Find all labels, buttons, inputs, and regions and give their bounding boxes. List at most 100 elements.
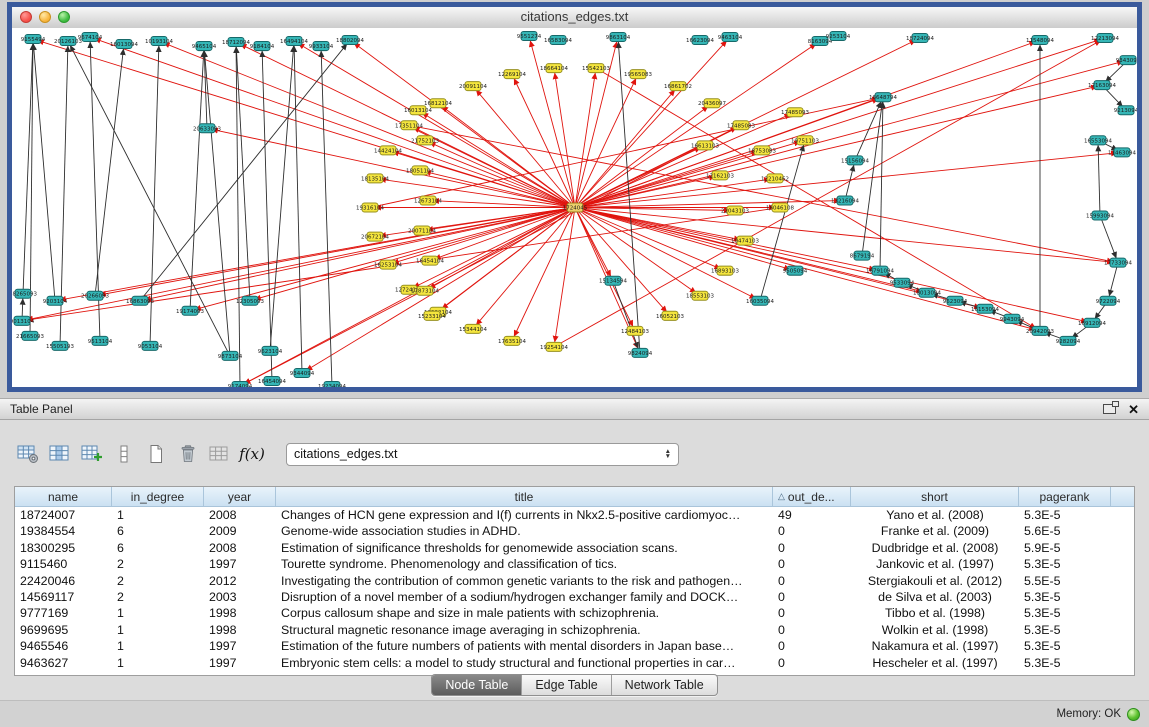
new-column-button[interactable] bbox=[78, 441, 106, 467]
table-row[interactable]: 1830029562008Estimation of significance … bbox=[15, 540, 1134, 556]
graph-node[interactable]: 18135104 bbox=[361, 174, 389, 183]
graph-node[interactable]: 12269104 bbox=[498, 70, 526, 79]
graph-node[interactable]: 16046108 bbox=[766, 203, 794, 212]
graph-node[interactable]: 16052103 bbox=[656, 311, 684, 320]
import-table-button[interactable] bbox=[206, 441, 234, 467]
graph-edge[interactable] bbox=[575, 97, 883, 207]
graph-node[interactable]: 12210462 bbox=[761, 174, 789, 183]
graph-edge[interactable] bbox=[294, 41, 575, 207]
graph-node[interactable]: 9184104 bbox=[250, 42, 275, 51]
graph-node[interactable]: 19254104 bbox=[540, 342, 568, 351]
graph-node[interactable]: 16648794 bbox=[869, 93, 897, 102]
graph-node[interactable]: 17635104 bbox=[498, 336, 526, 345]
graph-edge[interactable] bbox=[575, 208, 880, 271]
graph-node[interactable]: 18712094 bbox=[222, 38, 250, 47]
graph-node[interactable]: 9873104 bbox=[218, 351, 243, 360]
table-row[interactable]: 1872400712008Changes of HCN gene express… bbox=[15, 507, 1134, 523]
graph-node[interactable]: 9824094 bbox=[628, 348, 653, 357]
graph-node[interactable]: 9513104 bbox=[88, 336, 113, 345]
graph-node[interactable]: 19565083 bbox=[624, 70, 652, 79]
graph-edge[interactable] bbox=[596, 68, 1040, 331]
graph-node[interactable]: 9933104 bbox=[309, 42, 334, 51]
tab-edge-table[interactable]: Edge Table bbox=[522, 675, 611, 695]
graph-edge[interactable] bbox=[420, 170, 575, 207]
graph-node[interactable]: 15542103 bbox=[582, 64, 610, 73]
graph-node[interactable]: 16912094 bbox=[1078, 318, 1106, 327]
network-window[interactable]: citations_edges.txt 17240451604610812210… bbox=[7, 2, 1142, 392]
graph-node[interactable]: 16494104 bbox=[280, 37, 308, 46]
graph-node[interactable]: 15134594 bbox=[599, 276, 627, 285]
graph-edge[interactable] bbox=[294, 41, 302, 373]
graph-edge[interactable] bbox=[1108, 263, 1118, 301]
graph-edge[interactable] bbox=[236, 42, 240, 386]
graph-node[interactable]: 9155494 bbox=[21, 35, 46, 44]
graph-edge[interactable] bbox=[140, 208, 575, 301]
graph-node[interactable]: 17485083 bbox=[727, 121, 755, 130]
graph-node[interactable]: 9505094 bbox=[783, 266, 808, 275]
graph-edge[interactable] bbox=[575, 112, 795, 207]
graph-node[interactable]: 9623094 bbox=[943, 296, 968, 305]
graph-node[interactable]: 18802094 bbox=[336, 36, 364, 45]
graph-edge[interactable] bbox=[575, 208, 795, 271]
graph-node[interactable]: 15156094 bbox=[841, 156, 869, 165]
graph-edge[interactable] bbox=[95, 44, 124, 296]
table-row[interactable]: 946362711997Embryonic stem cells: a mode… bbox=[15, 655, 1134, 671]
graph-node[interactable]: 18724094 bbox=[906, 34, 934, 43]
graph-node[interactable]: 16013094 bbox=[110, 40, 138, 49]
zoom-window-button[interactable] bbox=[58, 11, 70, 23]
graph-node[interactable]: 9463104 bbox=[718, 33, 743, 42]
graph-node[interactable]: 20942093 bbox=[1026, 326, 1054, 335]
graph-node[interactable]: 9533094 bbox=[890, 278, 915, 287]
function-builder-button[interactable]: f(x) bbox=[238, 441, 266, 467]
graph-node[interactable]: 18013094 bbox=[913, 288, 941, 297]
graph-node[interactable]: 17485093 bbox=[781, 108, 809, 117]
graph-node[interactable]: 12162103 bbox=[706, 171, 734, 180]
column-header-name[interactable]: name bbox=[15, 487, 112, 506]
tab-node-table[interactable]: Node Table bbox=[432, 675, 522, 695]
graph-node[interactable]: 9213094 bbox=[1114, 106, 1137, 115]
graph-node[interactable]: 9623104 bbox=[258, 346, 283, 355]
graph-edge[interactable] bbox=[529, 36, 575, 207]
graph-node[interactable]: 16812104 bbox=[424, 99, 452, 108]
graph-edge[interactable] bbox=[33, 39, 55, 301]
graph-node[interactable]: 9203104 bbox=[43, 296, 68, 305]
graph-node[interactable]: 15505193 bbox=[46, 341, 74, 350]
column-header-out-degree[interactable]: △ out_de... bbox=[773, 487, 851, 506]
graph-node[interactable]: 19316104 bbox=[356, 203, 384, 212]
graph-node[interactable]: 11548094 bbox=[1026, 36, 1054, 45]
graph-node[interactable]: 20672104 bbox=[361, 232, 389, 241]
table-row[interactable]: 946554611997Estimation of the future num… bbox=[15, 638, 1134, 654]
graph-node[interactable]: 9344094 bbox=[290, 368, 315, 377]
graph-edge[interactable] bbox=[1100, 216, 1118, 263]
table-row[interactable]: 2242004622012Investigating the contribut… bbox=[15, 573, 1134, 589]
graph-node[interactable]: 16583094 bbox=[544, 36, 572, 45]
table-selector-dropdown[interactable]: citations_edges.txt ▲▼ bbox=[286, 443, 679, 466]
table-row[interactable]: 911546021997Tourette syndrome. Phenomeno… bbox=[15, 556, 1134, 572]
graph-node[interactable]: 9013104 bbox=[12, 316, 35, 325]
graph-edge[interactable] bbox=[575, 208, 1092, 323]
graph-node[interactable]: 20266093 bbox=[81, 291, 109, 300]
show-column-button[interactable] bbox=[46, 441, 74, 467]
graph-edge[interactable] bbox=[207, 128, 575, 207]
graph-node[interactable]: 20071104 bbox=[408, 226, 436, 235]
graph-edge[interactable] bbox=[575, 208, 670, 316]
column-header-in-degree[interactable]: in_degree bbox=[112, 487, 204, 506]
column-settings-button[interactable] bbox=[14, 441, 42, 467]
delete-table-button[interactable] bbox=[174, 441, 202, 467]
graph-node[interactable]: 9465104 bbox=[192, 42, 217, 51]
graph-edge[interactable] bbox=[90, 37, 575, 207]
graph-node[interactable]: 18753083 bbox=[748, 146, 776, 155]
graph-edge[interactable] bbox=[262, 46, 272, 381]
table-row[interactable]: 1456911722003Disruption of a novel membe… bbox=[15, 589, 1134, 605]
graph-node[interactable]: 9674104 bbox=[78, 33, 103, 42]
graph-node[interactable]: 10474103 bbox=[731, 236, 759, 245]
graph-node[interactable]: 16863093 bbox=[126, 296, 154, 305]
graph-edge[interactable] bbox=[575, 38, 1105, 207]
graph-node[interactable]: 16454094 bbox=[258, 376, 286, 385]
graph-node[interactable]: 16454104 bbox=[416, 256, 444, 265]
graph-node[interactable]: 16791094 bbox=[866, 266, 894, 275]
graph-node[interactable]: 20633093 bbox=[193, 124, 221, 133]
window-titlebar[interactable]: citations_edges.txt bbox=[12, 7, 1137, 29]
graph-edge[interactable] bbox=[880, 97, 883, 270]
graph-node[interactable]: 12213094 bbox=[1091, 34, 1119, 43]
